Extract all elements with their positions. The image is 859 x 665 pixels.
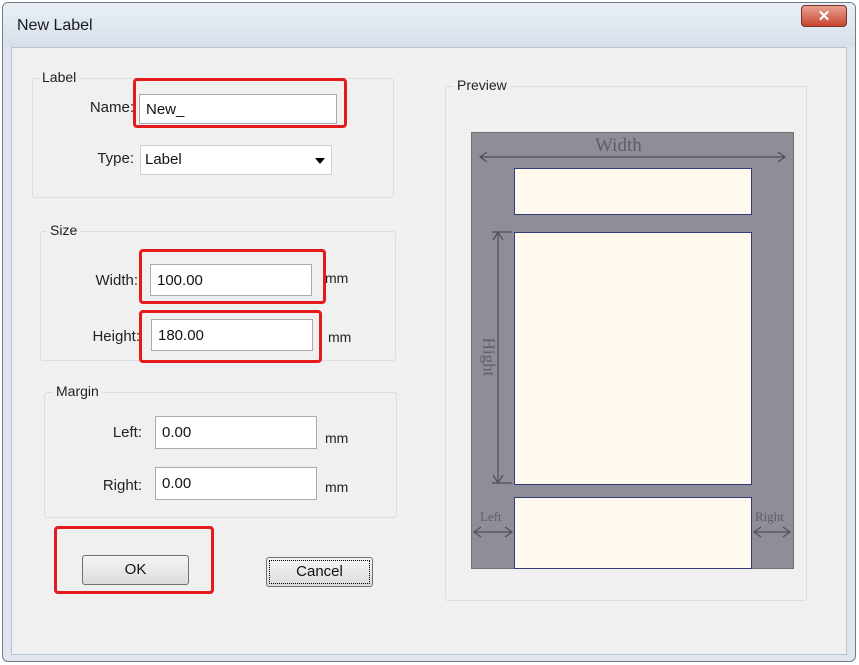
- label-preview: Width Hight Left Right: [471, 132, 794, 569]
- new-label-dialog: New Label ✕ Label Name: Type: Label Size…: [2, 2, 856, 662]
- left-margin-label: Left:: [112, 424, 142, 441]
- right-margin-unit: mm: [325, 479, 349, 495]
- dialog-client-area: Label Name: Type: Label Size Width: mm H…: [11, 47, 847, 655]
- height-input[interactable]: [151, 319, 313, 351]
- left-margin-unit: mm: [325, 430, 349, 446]
- chevron-down-icon: [315, 158, 325, 164]
- preview-group-title: Preview: [454, 77, 510, 93]
- right-margin-label: Right:: [102, 477, 142, 494]
- name-label: Name:: [89, 99, 134, 116]
- type-select-value: Label: [145, 151, 182, 168]
- preview-main-label: [514, 232, 752, 485]
- width-input[interactable]: [150, 264, 312, 296]
- ok-button[interactable]: OK: [82, 555, 189, 585]
- margin-group-title: Margin: [53, 383, 102, 399]
- preview-width-text: Width: [595, 135, 642, 156]
- title-bar[interactable]: New Label ✕: [3, 3, 855, 47]
- label-group-title: Label: [39, 69, 80, 85]
- height-label: Height:: [92, 328, 140, 345]
- height-unit: mm: [328, 329, 352, 345]
- type-select[interactable]: Label: [140, 145, 332, 175]
- cancel-button[interactable]: Cancel: [266, 557, 373, 587]
- right-margin-input[interactable]: [155, 467, 317, 500]
- width-label: Width:: [95, 272, 138, 289]
- preview-top-label: [514, 168, 752, 215]
- preview-right-text: Right: [755, 509, 784, 524]
- preview-left-text: Left: [480, 509, 502, 524]
- preview-height-text: Hight: [479, 337, 499, 377]
- name-input[interactable]: [139, 94, 337, 124]
- preview-bottom-label: [514, 497, 752, 569]
- size-group-title: Size: [47, 222, 81, 238]
- close-button[interactable]: ✕: [801, 5, 847, 27]
- width-unit: mm: [325, 270, 349, 286]
- window-title: New Label: [17, 17, 93, 34]
- left-margin-input[interactable]: [155, 416, 317, 449]
- type-label: Type:: [97, 150, 134, 167]
